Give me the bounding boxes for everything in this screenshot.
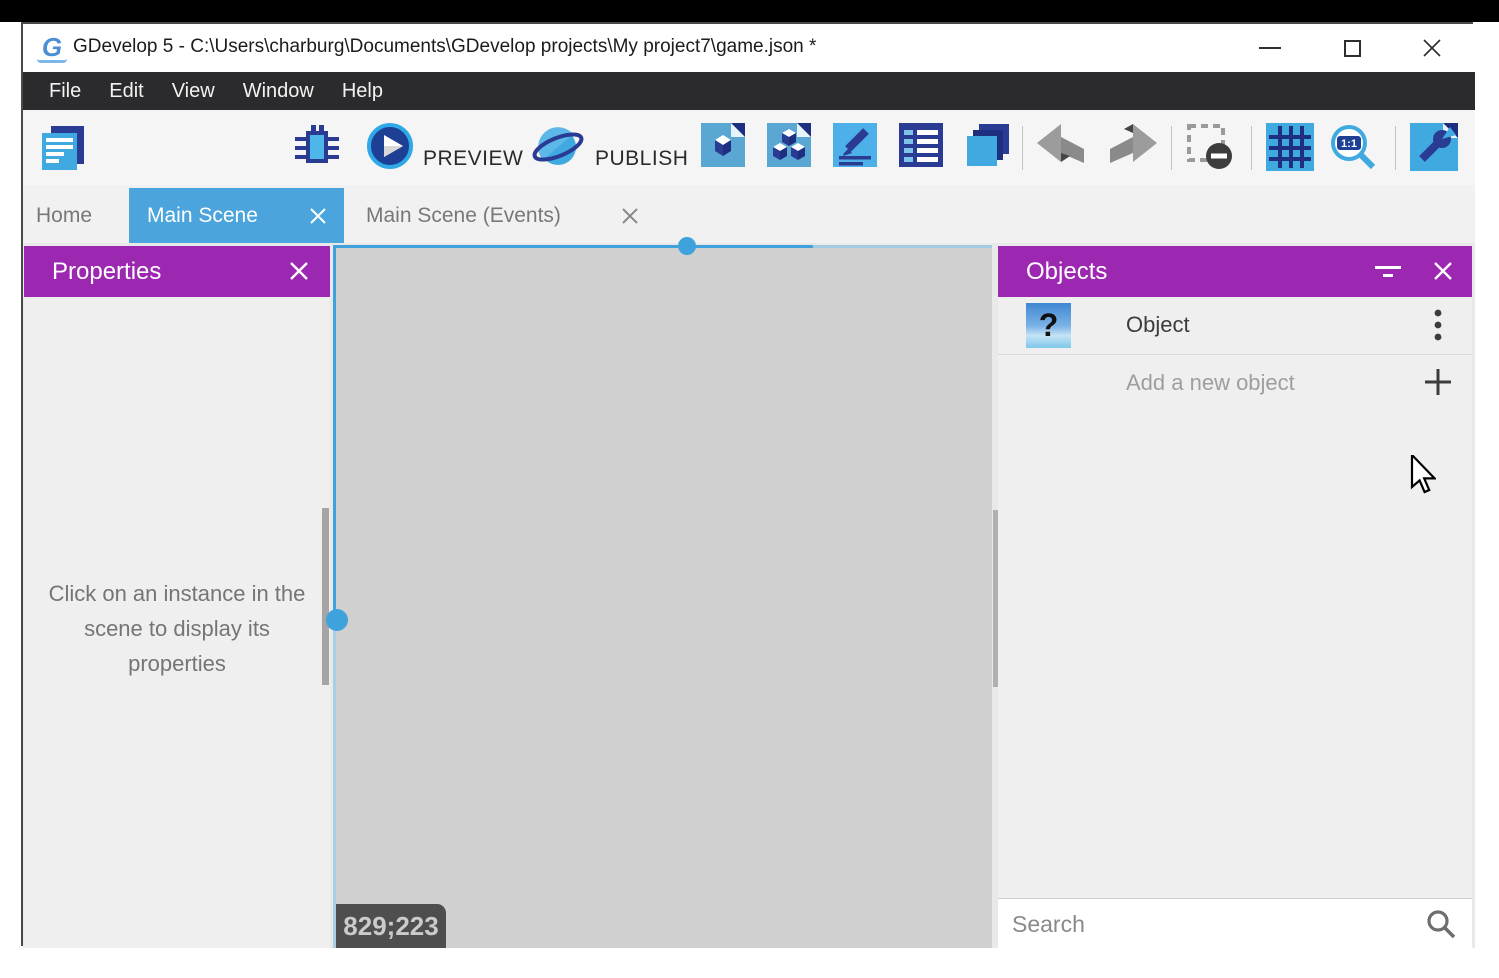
- menu-file[interactable]: File: [35, 72, 95, 110]
- tab-close-icon[interactable]: [308, 206, 328, 226]
- properties-hint-text: Click on an instance in the scene to dis…: [42, 576, 312, 681]
- edit-scene-properties-icon[interactable]: [833, 123, 877, 167]
- tab-label: Home: [36, 204, 92, 228]
- minimize-icon: [1259, 47, 1281, 49]
- objects-search-input[interactable]: [1012, 905, 1402, 943]
- add-object-plus-icon[interactable]: [1422, 366, 1454, 398]
- resize-handle-top[interactable]: [678, 237, 696, 255]
- title-bar: G GDevelop 5 - C:\Users\charburg\Documen…: [23, 24, 1475, 72]
- cursor-coordinates-badge: 829;223: [336, 904, 446, 948]
- maximize-icon: [1344, 40, 1361, 57]
- toolbar-separator: [1395, 126, 1396, 170]
- tab-main-scene-events[interactable]: Main Scene (Events): [344, 188, 656, 243]
- maximize-button[interactable]: [1329, 32, 1375, 64]
- publish-button[interactable]: PUBLISH: [531, 123, 711, 175]
- preview-button[interactable]: PREVIEW: [367, 123, 547, 173]
- menu-window[interactable]: Window: [229, 72, 328, 110]
- preview-label: PREVIEW: [423, 147, 523, 171]
- instances-list-icon[interactable]: [899, 123, 943, 167]
- selection-border-top: [333, 245, 813, 248]
- objects-panel-title: Objects: [1026, 258, 1107, 286]
- objects-panel-header: Objects: [998, 246, 1472, 297]
- tab-close-icon[interactable]: [620, 206, 640, 226]
- undo-icon[interactable]: [1035, 123, 1087, 167]
- minimize-button[interactable]: [1247, 32, 1293, 64]
- tab-label: Main Scene (Events): [366, 204, 561, 228]
- publish-label: PUBLISH: [595, 147, 688, 171]
- menu-help[interactable]: Help: [328, 72, 397, 110]
- objects-panel: Objects ? Object Add a new object: [998, 246, 1472, 948]
- objects-search-bar: [998, 898, 1472, 948]
- gdevelop-logo-icon: G: [37, 33, 67, 63]
- toggle-grid-icon[interactable]: [1266, 123, 1314, 171]
- open-settings-icon[interactable]: [1410, 123, 1458, 171]
- search-icon: [1426, 909, 1456, 939]
- menu-bar: File Edit View Window Help: [23, 72, 1475, 110]
- menu-view[interactable]: View: [158, 72, 229, 110]
- tab-bar: Home Main Scene Main Scene (Events): [23, 185, 1475, 243]
- toolbar-separator: [1022, 126, 1023, 170]
- close-icon: [1422, 38, 1442, 58]
- tab-label: Main Scene: [147, 204, 258, 228]
- object-question-icon: ?: [1026, 303, 1071, 348]
- properties-panel-header: Properties: [24, 246, 330, 297]
- tab-main-scene[interactable]: Main Scene: [129, 188, 344, 243]
- menu-edit[interactable]: Edit: [95, 72, 157, 110]
- selection-border-left-light: [333, 621, 336, 948]
- close-objects-icon[interactable]: [1430, 258, 1456, 284]
- toolbar: PREVIEW PUBLISH: [23, 110, 1475, 185]
- mouse-cursor: [1410, 455, 1436, 495]
- add-object-row[interactable]: Add a new object: [998, 355, 1472, 412]
- toggle-window-mask-icon[interactable]: [1186, 123, 1236, 171]
- tab-home[interactable]: Home: [36, 188, 92, 243]
- object-menu-kebab-icon[interactable]: [1426, 305, 1450, 345]
- zoom-1-1-icon[interactable]: 1:1: [1328, 123, 1380, 173]
- project-manager-icon[interactable]: [38, 123, 88, 173]
- close-window-button[interactable]: [1409, 32, 1455, 64]
- edit-object-groups-icon[interactable]: [767, 123, 811, 167]
- gdevelop-window: G GDevelop 5 - C:\Users\charburg\Documen…: [21, 22, 1473, 946]
- redo-icon[interactable]: [1107, 123, 1159, 167]
- selection-border-left: [333, 245, 336, 621]
- toolbar-separator: [1171, 126, 1172, 170]
- window-title: GDevelop 5 - C:\Users\charburg\Documents…: [73, 36, 816, 58]
- properties-panel-title: Properties: [52, 258, 161, 286]
- scene-canvas[interactable]: 829;223: [333, 245, 992, 948]
- edit-objects-icon[interactable]: [701, 123, 745, 167]
- publish-globe-icon: [531, 123, 585, 173]
- toolbar-separator: [1251, 126, 1252, 170]
- object-list-item[interactable]: ? Object: [998, 297, 1472, 354]
- resize-handle-left[interactable]: [326, 609, 348, 631]
- add-object-label: Add a new object: [1126, 370, 1295, 396]
- properties-scrollbar[interactable]: [322, 508, 329, 685]
- close-properties-icon[interactable]: [286, 258, 312, 284]
- properties-panel: Properties Click on an instance in the s…: [24, 246, 330, 948]
- selection-border-top-light: [813, 245, 992, 248]
- zoom-level-label: 1:1: [1341, 138, 1357, 150]
- filter-icon[interactable]: [1373, 259, 1403, 285]
- layers-icon[interactable]: [965, 123, 1011, 169]
- preview-play-icon: [367, 123, 413, 169]
- screen-background-strip: [0, 0, 1499, 22]
- debugger-icon[interactable]: [293, 123, 341, 171]
- object-name: Object: [1126, 312, 1190, 338]
